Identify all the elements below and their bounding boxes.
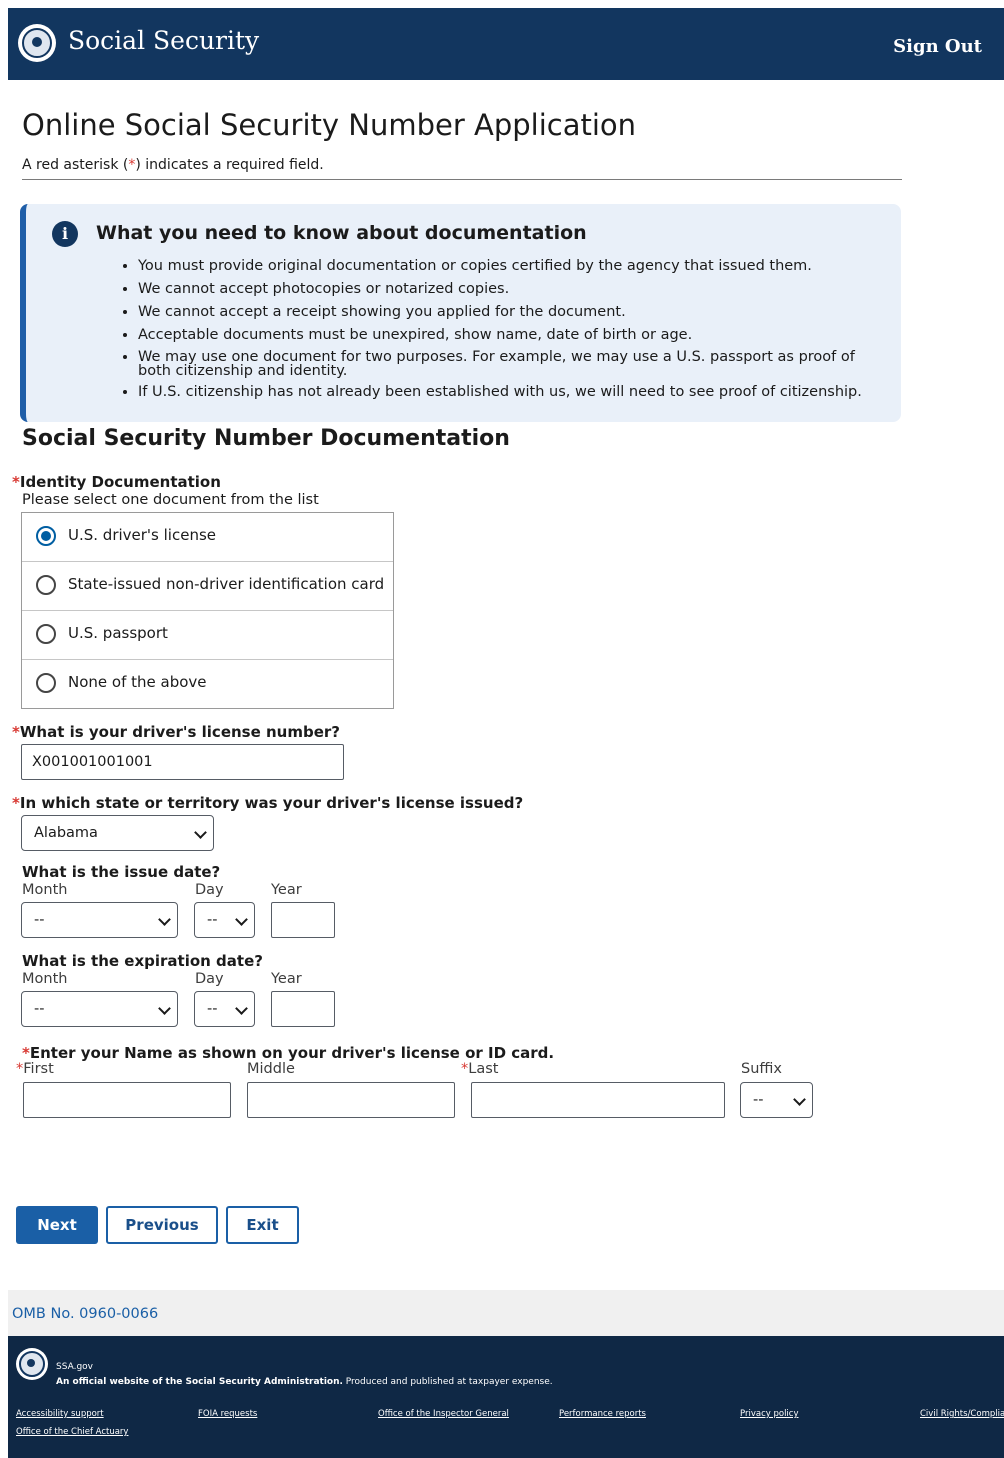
license-state-label: *In which state or territory was your dr…	[12, 794, 524, 812]
first-name-input[interactable]	[23, 1082, 231, 1118]
last-name-label: *Last	[461, 1061, 499, 1077]
ssa-seal-icon[interactable]	[18, 24, 56, 62]
chevron-down-icon	[158, 1002, 171, 1015]
next-button[interactable]: Next	[16, 1206, 98, 1244]
radio-button-selected[interactable]	[36, 526, 56, 546]
chevron-down-icon	[235, 1002, 248, 1015]
page-title: Online Social Security Number Applicatio…	[22, 108, 637, 142]
omb-number: OMB No. 0960-0066	[12, 1306, 159, 1322]
chevron-down-icon	[158, 913, 171, 926]
info-list: You must provide original documentation …	[138, 258, 888, 407]
site-footer: SSA.gov An official website of the Socia…	[8, 1336, 1004, 1458]
info-item: We cannot accept a receipt showing you a…	[138, 304, 888, 321]
brand-name[interactable]: Social Security	[68, 26, 259, 55]
info-item: If U.S. citizenship has not already been…	[138, 384, 888, 401]
previous-button[interactable]: Previous	[106, 1206, 218, 1244]
footer-link-foia[interactable]: FOIA requests	[198, 1409, 257, 1419]
chevron-down-icon	[235, 913, 248, 926]
footer-link-accessibility[interactable]: Accessibility support	[16, 1409, 104, 1419]
chevron-down-icon	[793, 1093, 806, 1106]
radio-label: State-issued non-driver identification c…	[68, 575, 385, 593]
suffix-select[interactable]: --	[740, 1082, 813, 1118]
expiration-year-label: Year	[271, 971, 302, 987]
footer-site-name: SSA.gov	[56, 1362, 93, 1372]
issue-month-select[interactable]: --	[21, 902, 178, 938]
middle-name-label: Middle	[247, 1061, 295, 1077]
info-item: You must provide original documentation …	[138, 258, 888, 275]
radio-button[interactable]	[36, 575, 56, 595]
issue-day-select[interactable]: --	[194, 902, 255, 938]
omb-bar: OMB No. 0960-0066	[8, 1290, 1004, 1336]
license-state-select[interactable]: Alabama	[21, 815, 214, 851]
radio-button[interactable]	[36, 673, 56, 693]
site-header: Social Security Sign Out	[8, 8, 1004, 80]
expiration-month-select[interactable]: --	[21, 991, 178, 1027]
radio-option-passport[interactable]: U.S. passport	[22, 611, 393, 660]
issue-year-input[interactable]	[271, 902, 335, 938]
issue-year-label: Year	[271, 882, 302, 898]
radio-label: U.S. passport	[68, 624, 168, 642]
expiration-year-input[interactable]	[271, 991, 335, 1027]
suffix-label: Suffix	[741, 1061, 782, 1077]
footer-link-performance[interactable]: Performance reports	[559, 1409, 646, 1419]
info-item: We cannot accept photocopies or notarize…	[138, 281, 888, 298]
first-name-label: *First	[16, 1061, 54, 1077]
info-item: We may use one document for two purposes…	[138, 350, 888, 379]
required-note: A red asterisk (*) indicates a required …	[22, 157, 324, 173]
radio-option-state-id[interactable]: State-issued non-driver identification c…	[22, 562, 393, 611]
identity-radio-group: U.S. driver's license State-issued non-d…	[21, 512, 394, 709]
section-title: Social Security Number Documentation	[22, 426, 510, 451]
info-item: Acceptable documents must be unexpired, …	[138, 327, 888, 344]
radio-label: None of the above	[68, 673, 207, 691]
divider	[22, 179, 902, 180]
expiration-date-label: What is the expiration date?	[22, 952, 263, 970]
expiration-day-label: Day	[195, 971, 224, 987]
footer-link-privacy[interactable]: Privacy policy	[740, 1409, 799, 1419]
sign-out-button[interactable]: Sign Out	[893, 36, 982, 57]
chevron-down-icon	[194, 826, 207, 839]
radio-option-none[interactable]: None of the above	[22, 660, 393, 709]
expiration-month-label: Month	[22, 971, 68, 987]
radio-button[interactable]	[36, 624, 56, 644]
middle-name-input[interactable]	[247, 1082, 455, 1118]
identity-hint: Please select one document from the list	[22, 492, 319, 508]
expiration-day-select[interactable]: --	[194, 991, 255, 1027]
license-number-label: *What is your driver's license number?	[12, 723, 340, 741]
radio-label: U.S. driver's license	[68, 526, 217, 544]
issue-date-label: What is the issue date?	[22, 863, 221, 881]
info-title: What you need to know about documentatio…	[96, 222, 587, 244]
footer-official-note: An official website of the Social Securi…	[56, 1377, 553, 1387]
last-name-input[interactable]	[471, 1082, 725, 1118]
issue-day-label: Day	[195, 882, 224, 898]
documentation-info-box: i What you need to know about documentat…	[20, 204, 901, 422]
ssa-seal-icon	[16, 1348, 48, 1380]
exit-button[interactable]: Exit	[226, 1206, 299, 1244]
radio-option-drivers-license[interactable]: U.S. driver's license	[22, 513, 393, 562]
info-icon: i	[52, 221, 78, 247]
name-label: *Enter your Name as shown on your driver…	[22, 1044, 555, 1062]
issue-month-label: Month	[22, 882, 68, 898]
license-number-input[interactable]	[21, 744, 344, 780]
footer-link-chief-actuary[interactable]: Office of the Chief Actuary	[16, 1427, 128, 1437]
footer-link-civil-rights[interactable]: Civil Rights/Compliance	[920, 1409, 1004, 1419]
footer-link-inspector-general[interactable]: Office of the Inspector General	[378, 1409, 509, 1419]
identity-label: *Identity Documentation	[12, 473, 221, 491]
